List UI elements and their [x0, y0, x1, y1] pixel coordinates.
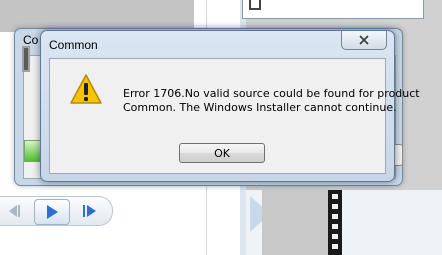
- play-button[interactable]: [34, 199, 70, 225]
- film-strip-icon: [328, 190, 342, 255]
- previous-icon: [9, 205, 20, 217]
- background-window-title: Co: [23, 33, 39, 47]
- error-message-line-2: Common. The Windows Installer cannot con…: [123, 101, 397, 114]
- warning-icon: [70, 74, 102, 104]
- play-icon: [47, 205, 58, 219]
- ok-button[interactable]: OK: [179, 143, 265, 163]
- media-controls: [0, 196, 113, 226]
- error-message: Error 1706.No valid source could be foun…: [123, 87, 420, 115]
- next-icon: [83, 205, 96, 217]
- close-icon: [359, 35, 369, 45]
- error-message-line-1: Error 1706.No valid source could be foun…: [123, 87, 420, 100]
- background-window-icon: [22, 46, 30, 72]
- next-button[interactable]: [76, 200, 104, 222]
- error-dialog: Common Error 1706.No valid source could …: [40, 30, 420, 182]
- close-button[interactable]: [341, 31, 387, 50]
- background-top-field: [242, 0, 424, 19]
- background-gray-block: [262, 190, 328, 255]
- dialog-title: Common: [49, 38, 98, 52]
- previous-button[interactable]: [2, 200, 26, 222]
- dialog-client: Error 1706.No valid source could be foun…: [49, 58, 420, 174]
